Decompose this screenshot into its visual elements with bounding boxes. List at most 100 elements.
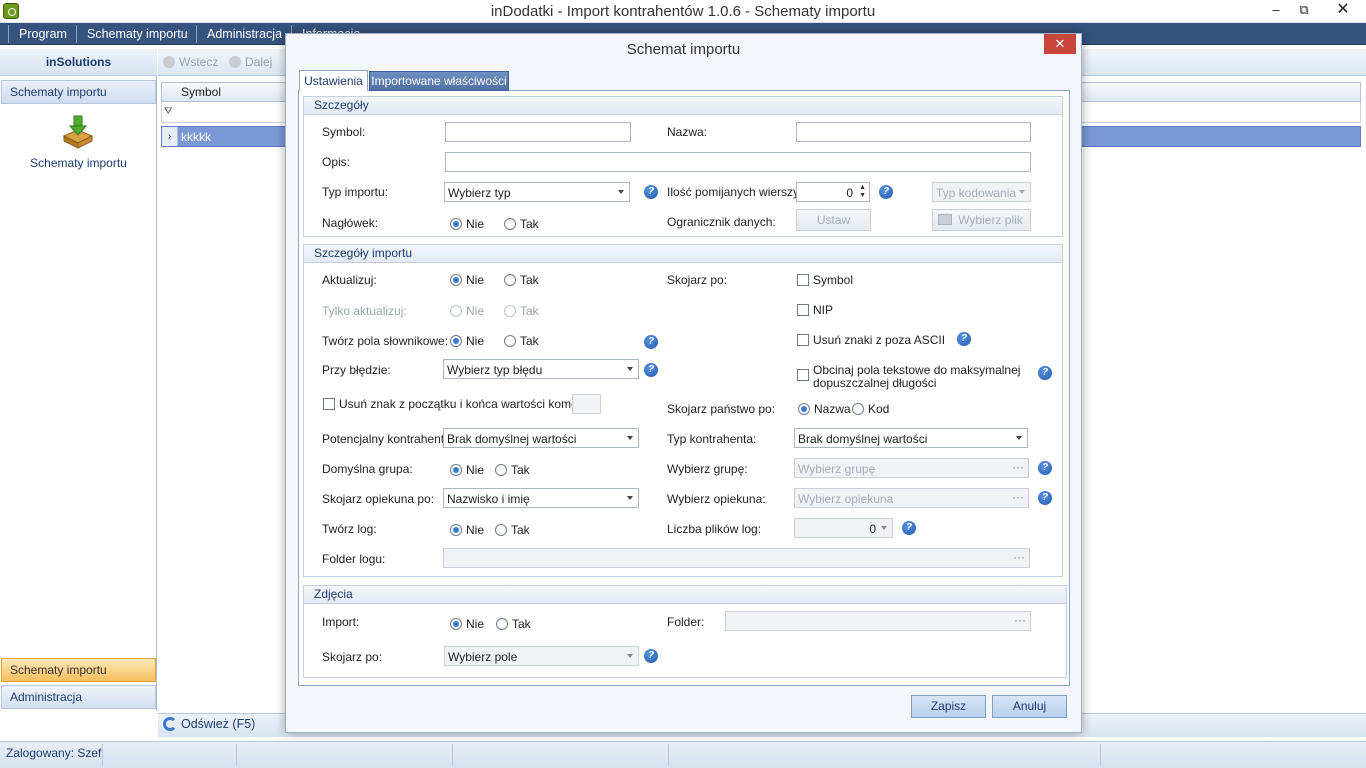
next-button[interactable]: Dalej bbox=[229, 55, 272, 69]
nav-group-administracja[interactable]: Administracja bbox=[1, 685, 156, 709]
save-button[interactable]: Zapisz bbox=[911, 695, 986, 718]
help-icon[interactable]: ? bbox=[644, 335, 658, 349]
potential-select[interactable]: Brak domyślnej wartości bbox=[443, 428, 639, 448]
help-icon[interactable]: ? bbox=[1038, 366, 1052, 380]
log-label: Twórz log: bbox=[322, 522, 377, 536]
dict-fields-no-label: Nie bbox=[466, 334, 485, 348]
menu-schematy-importu[interactable]: Schematy importu bbox=[87, 27, 188, 41]
country-code-radio[interactable] bbox=[852, 403, 864, 415]
help-icon[interactable]: ? bbox=[1038, 461, 1052, 475]
minimize-button[interactable]: – bbox=[1262, 0, 1290, 22]
log-yes-label: Tak bbox=[511, 523, 530, 537]
browse-icon[interactable]: ··· bbox=[1012, 460, 1024, 474]
name-input[interactable] bbox=[796, 122, 1031, 142]
match-nip-checkbox[interactable] bbox=[797, 304, 809, 316]
skip-rows-spinner[interactable]: 0 ▲ ▼ bbox=[796, 182, 870, 202]
browse-icon[interactable]: ··· bbox=[1012, 490, 1024, 504]
help-icon[interactable]: ? bbox=[644, 649, 658, 663]
photos-import-label: Import: bbox=[322, 615, 360, 629]
browse-icon[interactable]: ··· bbox=[1013, 550, 1025, 564]
on-error-select[interactable]: Wybierz typ błędu bbox=[443, 359, 639, 379]
match-symbol-checkbox[interactable] bbox=[797, 274, 809, 286]
nav-icon-label[interactable]: Schematy importu bbox=[0, 156, 157, 170]
trim-checkbox[interactable] bbox=[323, 398, 335, 410]
skip-rows-value: 0 bbox=[846, 186, 853, 200]
help-icon[interactable]: ? bbox=[902, 521, 916, 535]
menu-program[interactable]: Program bbox=[19, 27, 67, 41]
help-icon[interactable]: ? bbox=[644, 363, 658, 377]
status-bar bbox=[0, 741, 1366, 768]
log-no-radio[interactable] bbox=[450, 524, 462, 536]
default-group-yes-radio[interactable] bbox=[495, 464, 507, 476]
set-delimiters-button[interactable]: Ustaw bbox=[796, 209, 871, 231]
symbol-input[interactable] bbox=[445, 122, 631, 142]
truncate-checkbox[interactable] bbox=[797, 369, 809, 381]
menu-separator bbox=[196, 25, 197, 43]
chevron-down-icon bbox=[627, 496, 633, 500]
encoding-select[interactable]: Typ kodowania bbox=[932, 182, 1031, 202]
log-count-select[interactable]: 0 bbox=[794, 518, 893, 538]
table-cell-symbol[interactable]: kkkkk bbox=[181, 130, 211, 144]
update-no-radio[interactable] bbox=[450, 274, 462, 286]
close-window-button[interactable]: ✕ bbox=[1320, 0, 1366, 22]
chevron-down-icon bbox=[881, 526, 887, 530]
chevron-down-icon bbox=[1016, 436, 1022, 440]
help-icon[interactable]: ? bbox=[644, 185, 658, 199]
header-no-radio[interactable] bbox=[450, 218, 462, 230]
truncate-label-line1: Obcinaj pola tekstowe do maksymalnej bbox=[813, 363, 1021, 377]
country-name-radio[interactable] bbox=[798, 403, 810, 415]
guardian-match-select[interactable]: Nazwisko i imię bbox=[443, 488, 639, 508]
browse-icon[interactable]: ··· bbox=[1014, 613, 1026, 627]
trim-char-input[interactable] bbox=[572, 394, 601, 414]
spinner-arrows-icon[interactable]: ▲ ▼ bbox=[859, 184, 866, 200]
choose-guardian-label: Wybierz opiekuna: bbox=[667, 492, 766, 506]
choose-file-button[interactable]: Wybierz plik bbox=[932, 209, 1031, 231]
dialog-close-button[interactable]: ✕ bbox=[1044, 34, 1076, 54]
dict-fields-no-radio[interactable] bbox=[450, 335, 462, 347]
nav-group-schematy-importu[interactable]: Schematy importu bbox=[1, 80, 156, 104]
menu-separator bbox=[76, 25, 77, 43]
only-update-yes-radio[interactable] bbox=[504, 305, 516, 317]
nav-group-schematy-importu-active[interactable]: Schematy importu bbox=[1, 658, 156, 682]
dict-fields-yes-radio[interactable] bbox=[504, 335, 516, 347]
country-name-label: Nazwa bbox=[814, 402, 851, 416]
menu-administracja[interactable]: Administracja bbox=[207, 27, 282, 41]
import-schema-icon[interactable] bbox=[60, 114, 96, 150]
chevron-down-icon bbox=[627, 654, 633, 658]
refresh-label: Odśwież (F5) bbox=[181, 717, 256, 731]
header-yes-radio[interactable] bbox=[504, 218, 516, 230]
import-type-select[interactable]: Wybierz typ bbox=[444, 182, 630, 202]
choose-group-input[interactable]: Wybierz grupę ··· bbox=[794, 458, 1029, 478]
only-update-no-radio[interactable] bbox=[450, 305, 462, 317]
log-folder-input[interactable]: ··· bbox=[443, 548, 1030, 568]
update-yes-radio[interactable] bbox=[504, 274, 516, 286]
back-button[interactable]: Wstecz bbox=[163, 55, 218, 69]
refresh-button[interactable]: Odśwież (F5) bbox=[163, 717, 255, 731]
choose-guardian-value: Wybierz opiekuna bbox=[798, 492, 894, 506]
remove-ascii-checkbox[interactable] bbox=[797, 334, 809, 346]
help-icon[interactable]: ? bbox=[879, 185, 893, 199]
photos-import-yes-radio[interactable] bbox=[496, 618, 508, 630]
log-yes-radio[interactable] bbox=[495, 524, 507, 536]
column-header-symbol[interactable]: Symbol bbox=[181, 85, 221, 99]
photos-folder-input[interactable]: ··· bbox=[725, 611, 1031, 631]
photos-import-no-label: Nie bbox=[466, 617, 485, 631]
contractor-type-select[interactable]: Brak domyślnej wartości bbox=[794, 428, 1028, 448]
default-group-no-radio[interactable] bbox=[450, 464, 462, 476]
photos-match-select[interactable]: Wybierz pole bbox=[444, 646, 639, 666]
filter-icon[interactable]: ⛛ bbox=[164, 106, 172, 117]
skip-rows-label: Ilość pomijanych wierszy: bbox=[667, 185, 803, 199]
choose-guardian-input[interactable]: Wybierz opiekuna ··· bbox=[794, 488, 1029, 508]
tab-ustawienia[interactable]: Ustawienia bbox=[299, 70, 368, 91]
restore-button[interactable]: ⧉ bbox=[1290, 0, 1318, 22]
help-icon[interactable]: ? bbox=[1038, 491, 1052, 505]
description-input[interactable] bbox=[445, 152, 1031, 172]
cancel-button[interactable]: Anuluj bbox=[992, 695, 1067, 718]
tab-importowane-wlasciwosci[interactable]: Importowane właściwości bbox=[369, 71, 509, 91]
choose-group-label: Wybierz grupę: bbox=[667, 462, 748, 476]
help-icon[interactable]: ? bbox=[957, 332, 971, 346]
country-code-label: Kod bbox=[868, 402, 890, 416]
photos-import-no-radio[interactable] bbox=[450, 618, 462, 630]
log-count-value: 0 bbox=[869, 522, 876, 536]
import-details-group-header: Szczegóły importu bbox=[304, 245, 1062, 263]
